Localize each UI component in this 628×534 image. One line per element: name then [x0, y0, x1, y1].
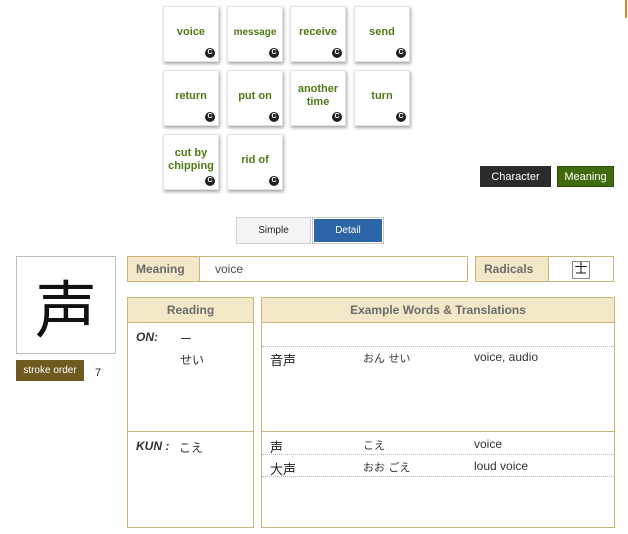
example-word: 音声 [270, 354, 297, 369]
card-label: rid of [241, 153, 269, 166]
card-label: voice [176, 25, 206, 38]
example-translation: loud voice [474, 459, 529, 473]
card-another-time[interactable]: another time C [290, 70, 346, 126]
copyright-icon: C [205, 112, 215, 122]
card-label: return [175, 89, 207, 102]
card-label: another time [297, 83, 339, 108]
copyright-icon: C [205, 48, 215, 58]
stroke-order-button[interactable]: stroke order [16, 360, 84, 381]
copyright-icon: C [332, 112, 342, 122]
radicals-value-box: 士 [548, 256, 614, 282]
character-button[interactable]: Character [480, 166, 551, 187]
simple-view-button[interactable]: Simple [236, 217, 311, 244]
example-row: 大声 おお ごえ loud voice [262, 456, 614, 478]
examples-header: Example Words & Translations [262, 298, 614, 323]
copyright-icon: C [269, 176, 279, 186]
card-turn[interactable]: turn C [354, 70, 410, 126]
kanji-display: 声 [16, 256, 116, 354]
row-separator [262, 476, 614, 477]
edge-accent-line [625, 0, 627, 18]
kun-label: KUN : [136, 439, 170, 453]
card-label: turn [371, 89, 393, 102]
detail-view-button[interactable]: Detail [312, 217, 384, 244]
radical-link[interactable]: 士 [572, 261, 590, 279]
example-reading: おん せい [363, 352, 411, 365]
meaning-label: Meaning [127, 256, 199, 282]
radicals-label: Radicals [475, 256, 548, 282]
card-put-on[interactable]: put on C [227, 70, 283, 126]
on-reading: せい [180, 353, 205, 367]
example-reading: こえ [363, 439, 385, 452]
copyright-icon: C [205, 176, 215, 186]
card-rid-of[interactable]: rid of C [227, 134, 283, 190]
card-receive[interactable]: receive C [290, 6, 346, 62]
examples-divider [262, 431, 614, 432]
example-translation: voice [474, 437, 503, 451]
stroke-count: 7 [95, 367, 102, 379]
kun-reading: こえ [179, 441, 204, 455]
example-row: 声 こえ voice [262, 434, 614, 456]
reading-header: Reading [128, 298, 253, 323]
reading-divider [128, 431, 253, 432]
card-label: cut by chipping [168, 147, 214, 172]
row-separator [262, 454, 614, 455]
card-label: put on [238, 89, 272, 102]
examples-panel: Example Words & Translations 音声 おん せい vo… [261, 297, 615, 528]
copyright-icon: C [269, 48, 279, 58]
card-label: receive [299, 25, 337, 38]
meaning-value: voice [199, 256, 468, 282]
reading-panel: Reading ON: ー せい KUN : こえ [127, 297, 254, 528]
copyright-icon: C [396, 48, 406, 58]
card-voice[interactable]: voice C [163, 6, 219, 62]
example-translation: voice, audio [474, 350, 539, 364]
view-toggle: Simple Detail [236, 217, 384, 244]
card-label: send [369, 25, 395, 38]
meaning-button[interactable]: Meaning [557, 166, 614, 187]
card-send[interactable]: send C [354, 6, 410, 62]
example-reading: おお ごえ [363, 461, 411, 474]
on-reading: ー [180, 332, 193, 346]
example-row: 音声 おん せい voice, audio [262, 347, 614, 369]
card-cut-by-chipping[interactable]: cut by chipping C [163, 134, 219, 190]
card-message[interactable]: message C [227, 6, 283, 62]
card-return[interactable]: return C [163, 70, 219, 126]
on-label: ON: [136, 330, 158, 344]
card-label: message [233, 26, 277, 38]
copyright-icon: C [332, 48, 342, 58]
copyright-icon: C [269, 112, 279, 122]
copyright-icon: C [396, 112, 406, 122]
